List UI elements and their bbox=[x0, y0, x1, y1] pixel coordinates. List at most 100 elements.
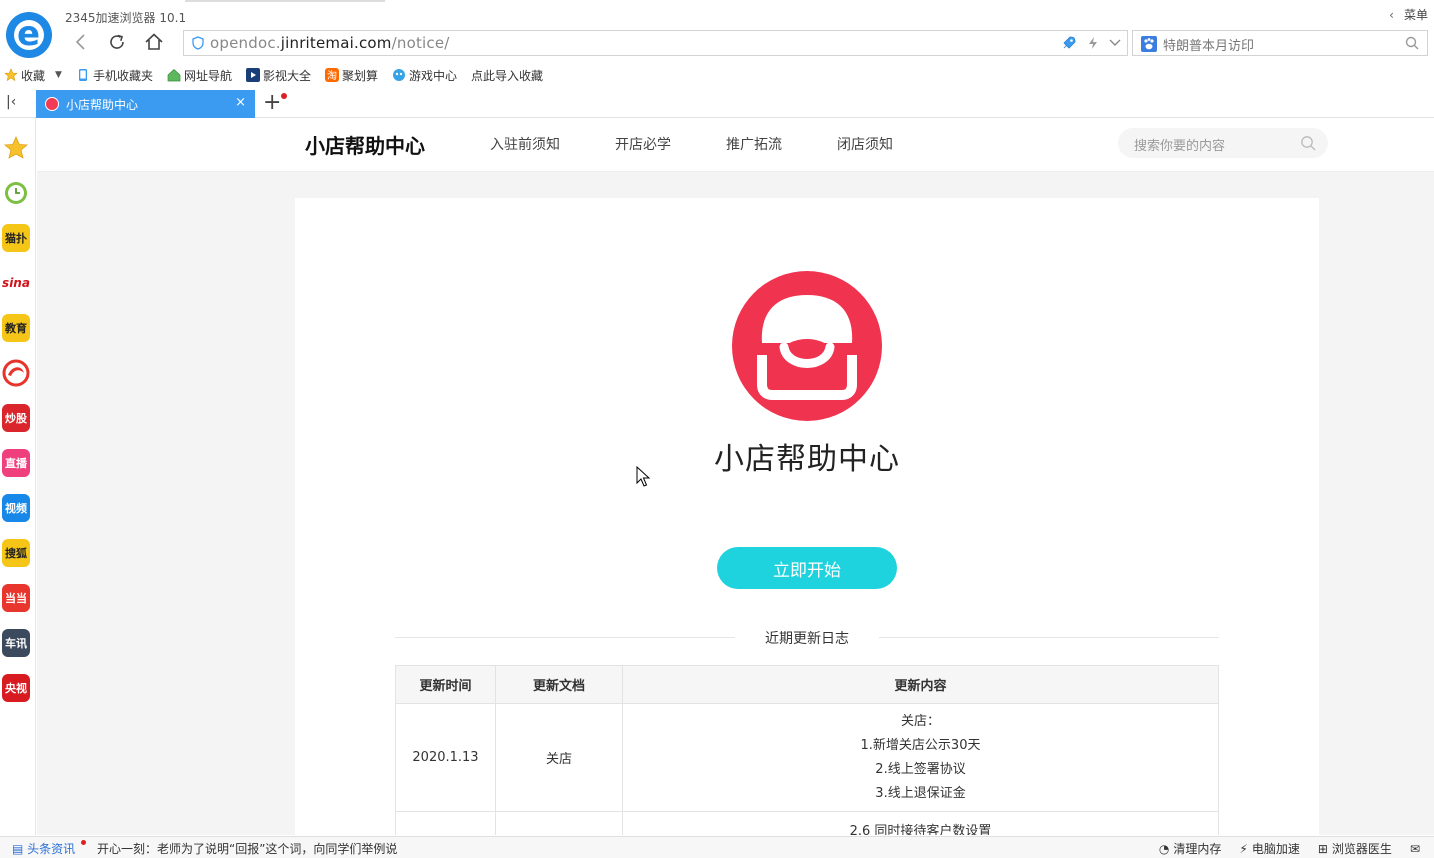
doctor-icon: ⊞ bbox=[1317, 841, 1328, 856]
browser-chrome: 2345加速浏览器 10.1 ‹ 菜单 opendoc.jinritemai.co… bbox=[0, 0, 1434, 90]
back-arrow-icon bbox=[75, 34, 85, 50]
bookmark-mobile[interactable]: 手机收藏夹 bbox=[76, 67, 153, 84]
live-item[interactable]: 直播 bbox=[2, 449, 30, 477]
nav-item-promotion[interactable]: 推广拓流 bbox=[726, 134, 782, 154]
caret-down-icon[interactable]: ▼ bbox=[55, 70, 62, 80]
refresh-icon bbox=[110, 34, 124, 49]
bookmark-games[interactable]: 游戏中心 bbox=[392, 67, 457, 84]
shop-logo-icon bbox=[732, 271, 882, 421]
bookmarks-bar: 收藏 ▼ 手机收藏夹 网址导航 影视大全 淘 聚划算 游戏中心 点此导入收藏 bbox=[0, 64, 553, 86]
content-line: 1.新增关店公示30天 bbox=[860, 737, 981, 753]
nav-item-store-basics[interactable]: 开店必学 bbox=[615, 134, 671, 154]
table-row: 2020.1.13 关店 关店： 1.新增关店公示30天 2.线上签署协议 3.… bbox=[395, 703, 1219, 812]
clean-memory-button[interactable]: ◔ 清理内存 bbox=[1159, 840, 1222, 857]
video-item[interactable]: 视频 bbox=[2, 494, 30, 522]
menu-label: 菜单 bbox=[1403, 8, 1428, 22]
divider-line-right bbox=[879, 637, 1219, 638]
chevron-down-icon[interactable] bbox=[1109, 38, 1121, 48]
bookmark-label: 手机收藏夹 bbox=[92, 68, 153, 83]
tab-label: 小店帮助中心 bbox=[66, 98, 139, 112]
site-search-input[interactable]: 搜索你要的内容 bbox=[1118, 128, 1328, 158]
content-line: 3.线上退保证金 bbox=[875, 785, 966, 801]
news-link[interactable]: ▤ 头条资讯 bbox=[12, 840, 75, 857]
main-card: 小店帮助中心 立即开始 近期更新日志 更新时间 更新文档 更新内容 2020.1… bbox=[295, 198, 1319, 835]
chexun-item[interactable]: 车讯 bbox=[2, 629, 30, 657]
sidebar: 猫扑 sina 教育 炒股 直播 视频 搜狐 当当 车讯 央视 bbox=[0, 118, 36, 835]
home-button[interactable] bbox=[142, 30, 166, 54]
chevron-left-icon: ‹ bbox=[1389, 8, 1394, 22]
stocks-item[interactable]: 炒股 bbox=[2, 404, 30, 432]
sohu-item[interactable]: 搜狐 bbox=[2, 539, 30, 567]
status-tools: ◔ 清理内存 ⚡ 电脑加速 ⊞ 浏览器医生 ✉ bbox=[1159, 840, 1420, 857]
bookmark-favorites[interactable]: 收藏 ▼ bbox=[4, 67, 62, 84]
bookmark-label: 游戏中心 bbox=[409, 68, 458, 83]
cell-doc bbox=[495, 811, 623, 835]
address-bar[interactable]: opendoc.jinritemai.com/notice/ bbox=[183, 30, 1128, 56]
bookmark-label: 聚划算 bbox=[341, 68, 378, 83]
fenghuang-item[interactable] bbox=[2, 359, 30, 387]
back-button[interactable] bbox=[68, 30, 92, 54]
film-icon bbox=[245, 68, 260, 82]
cctv-item[interactable]: 央视 bbox=[2, 674, 30, 702]
bookmark-label: 收藏 bbox=[21, 68, 46, 83]
clean-icon: ◔ bbox=[1158, 841, 1170, 856]
cell-content: 关店： 1.新增关店公示30天 2.线上签署协议 3.线上退保证金 bbox=[622, 703, 1219, 812]
favorites-star-icon[interactable] bbox=[2, 134, 30, 162]
bookmark-juhuasuan[interactable]: 淘 聚划算 bbox=[324, 67, 378, 84]
house-icon bbox=[167, 69, 181, 82]
taobao-icon: 淘 bbox=[324, 68, 339, 82]
maopu-item[interactable]: 猫扑 bbox=[2, 224, 30, 252]
baidu-paw-icon bbox=[1141, 36, 1157, 52]
search-icon[interactable] bbox=[1300, 135, 1316, 151]
phone-icon bbox=[78, 69, 87, 81]
search-placeholder: 搜索你要的内容 bbox=[1134, 139, 1226, 154]
feedback-icon[interactable]: ✉ bbox=[1410, 840, 1420, 857]
col-header-date: 更新时间 bbox=[395, 665, 496, 704]
cell-content: 2.6 同时接待客户数设置 bbox=[622, 811, 1219, 835]
sidebar-toggle-button[interactable]: |‹ bbox=[6, 94, 16, 110]
tab-close-icon[interactable]: × bbox=[235, 95, 246, 110]
url-text: opendoc.jinritemai.com/notice/ bbox=[210, 34, 450, 52]
cell-date: 2020.1.13 bbox=[395, 703, 496, 812]
speedup-button[interactable]: ⚡ 电脑加速 bbox=[1239, 840, 1299, 857]
mouse-cursor-icon bbox=[636, 466, 650, 487]
update-log-title: 近期更新日志 bbox=[765, 631, 849, 647]
bookmark-label: 网址导航 bbox=[183, 68, 232, 83]
bookmark-import[interactable]: 点此导入收藏 bbox=[471, 67, 543, 84]
dangdang-item[interactable]: 当当 bbox=[2, 584, 30, 612]
content-line: 2.6 同时接待客户数设置 bbox=[849, 824, 992, 835]
news-ticker[interactable]: 开心一刻：老师为了说明“回报”这个词，向同学们举例说 bbox=[97, 840, 397, 857]
nav-item-pre-entry[interactable]: 入驻前须知 bbox=[490, 134, 560, 154]
hero-title: 小店帮助中心 bbox=[714, 442, 900, 477]
tab-active[interactable]: 小店帮助中心 × bbox=[36, 90, 255, 118]
bookmark-film[interactable]: 影视大全 bbox=[245, 67, 311, 84]
education-item[interactable]: 教育 bbox=[2, 314, 30, 342]
page-viewport: 小店帮助中心 入驻前须知 开店必学 推广拓流 闭店须知 搜索你要的内容 小店帮助… bbox=[37, 118, 1434, 835]
bookmark-label: 影视大全 bbox=[262, 68, 311, 83]
search-icon[interactable] bbox=[1405, 36, 1419, 50]
table-row: 2.6 同时接待客户数设置 bbox=[395, 811, 1219, 835]
lightning-icon[interactable] bbox=[1087, 36, 1099, 50]
tab-favicon-icon bbox=[45, 97, 59, 111]
start-now-button[interactable]: 立即开始 bbox=[717, 547, 897, 589]
notification-dot bbox=[281, 93, 287, 99]
bookmark-nav[interactable]: 网址导航 bbox=[167, 67, 232, 84]
nav-item-closing[interactable]: 闭店须知 bbox=[837, 134, 893, 154]
refresh-button[interactable] bbox=[105, 30, 129, 54]
content-line: 关店： bbox=[900, 713, 940, 729]
sina-item[interactable]: sina bbox=[2, 269, 30, 297]
menu-button[interactable]: ‹ 菜单 bbox=[1389, 6, 1428, 23]
site-title[interactable]: 小店帮助中心 bbox=[305, 130, 425, 159]
home-icon bbox=[145, 33, 163, 50]
browser-search-bar[interactable]: 特朗普本月访印 bbox=[1132, 30, 1428, 56]
rocket-icon[interactable] bbox=[1061, 35, 1077, 51]
new-tab-button[interactable]: + bbox=[263, 91, 281, 115]
site-header: 小店帮助中心 入驻前须知 开店必学 推广拓流 闭店须知 搜索你要的内容 bbox=[37, 118, 1434, 172]
news-label: 头条资讯 bbox=[27, 842, 76, 856]
history-clock-icon[interactable] bbox=[2, 179, 30, 207]
col-header-doc: 更新文档 bbox=[495, 665, 623, 704]
browser-doctor-button[interactable]: ⊞ 浏览器医生 bbox=[1318, 840, 1392, 857]
table-header-row: 更新时间 更新文档 更新内容 bbox=[395, 665, 1219, 704]
phoenix-icon bbox=[2, 359, 30, 387]
security-shield-icon bbox=[192, 36, 204, 50]
